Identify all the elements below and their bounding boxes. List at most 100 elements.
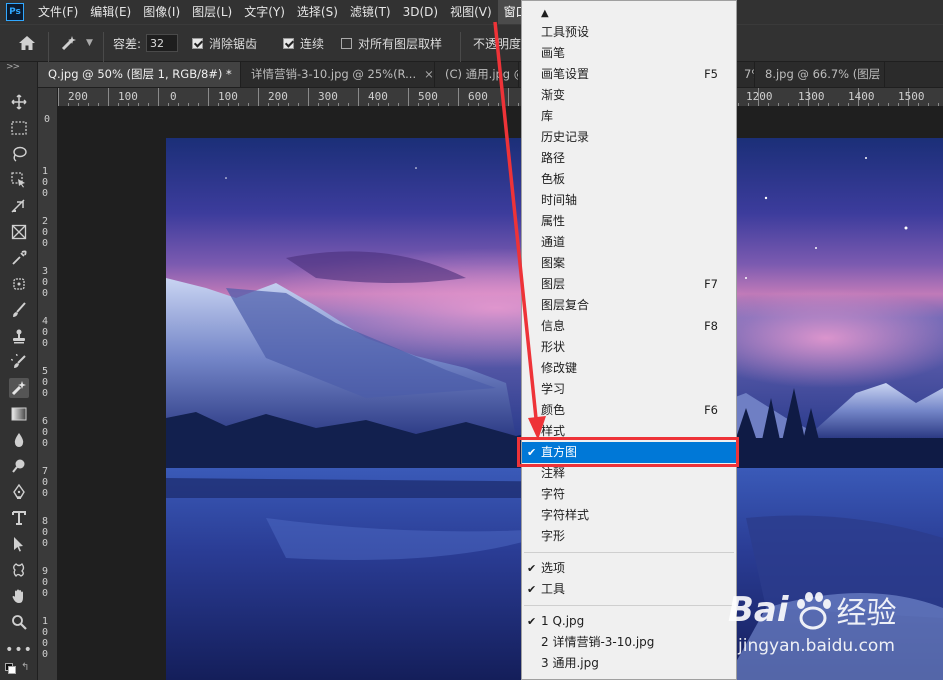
checkbox-unchecked[interactable] <box>341 37 352 49</box>
menu-item-label: 库 <box>541 109 554 123</box>
menu-item-label: 字形 <box>541 529 566 543</box>
swap-colors-icon[interactable]: ↰ <box>21 662 29 673</box>
home-button[interactable] <box>18 25 36 61</box>
menu-item-window-0[interactable]: 工具预设 <box>522 22 736 43</box>
ruler-label: 400 <box>368 90 388 103</box>
menu-layer[interactable]: 图层(L) <box>186 0 238 24</box>
blur-tool-icon[interactable] <box>9 430 29 450</box>
menu-item-window-22[interactable]: 字符 <box>522 484 736 505</box>
menu-item-window-16[interactable]: 修改键 <box>522 358 736 379</box>
history-brush-tool-icon[interactable] <box>9 352 29 372</box>
menu-type[interactable]: 文字(Y) <box>238 0 291 24</box>
menu-edit[interactable]: 编辑(E) <box>84 0 137 24</box>
gradient-tool-icon[interactable] <box>9 404 29 424</box>
move-tool-icon[interactable] <box>9 92 29 112</box>
menu-item-window-3[interactable]: 渐变 <box>522 85 736 106</box>
menu-item-window-5[interactable]: 历史记录 <box>522 127 736 148</box>
frame-tool-icon[interactable] <box>9 222 29 242</box>
lasso-tool-icon[interactable] <box>9 144 29 164</box>
menu-item-doc-1[interactable]: ✔ 1 Q.jpg <box>522 611 736 632</box>
menu-item-window-10[interactable]: 通道 <box>522 232 736 253</box>
healing-brush-tool-icon[interactable] <box>9 274 29 294</box>
menu-item-window-7[interactable]: 色板 <box>522 169 736 190</box>
more-tools-icon[interactable]: ••• <box>5 640 32 660</box>
ruler-label: 1200 <box>746 90 773 103</box>
tab-label: (C) 通用.jpg @ <box>445 67 519 81</box>
tool-preset-picker[interactable]: ▼ <box>60 25 93 61</box>
menu-item-options[interactable]: ✔ 选项 <box>522 558 736 579</box>
ruler-label: 500 <box>418 90 438 103</box>
tab-document-detail[interactable]: 详情营销-3-10.jpg @ 25%(R... × <box>241 62 435 87</box>
magic-eraser-tool-icon[interactable] <box>9 378 29 398</box>
ruler-label: 400 <box>41 316 49 349</box>
menu-item-window-21[interactable]: 注释 <box>522 463 736 484</box>
checkbox-checked[interactable] <box>192 37 203 49</box>
menu-item-window-1[interactable]: 画笔 <box>522 43 736 64</box>
menu-item-window-8[interactable]: 时间轴 <box>522 190 736 211</box>
photoshop-logo[interactable]: Ps <box>6 3 24 21</box>
dodge-tool-icon[interactable] <box>9 456 29 476</box>
menu-item-window-17[interactable]: 学习 <box>522 379 736 400</box>
menu-item-label: 色板 <box>541 172 566 186</box>
menu-item-window-9[interactable]: 属性 <box>522 211 736 232</box>
menu-item-window-11[interactable]: 图案 <box>522 253 736 274</box>
checkbox-checked[interactable] <box>283 37 294 49</box>
menu-file[interactable]: 文件(F) <box>32 0 84 24</box>
menu-item-label: 图层 <box>541 277 566 291</box>
antialias-checkbox[interactable]: 消除锯齿 <box>192 25 257 61</box>
menu-item-doc-3[interactable]: 3 通用.jpg <box>522 653 736 674</box>
menu-item-label: 学习 <box>541 382 566 396</box>
menu-separator <box>524 605 734 606</box>
menu-item-window-15[interactable]: 形状 <box>522 337 736 358</box>
menu-item-window-12[interactable]: 图层 F7 <box>522 274 736 295</box>
eyedropper-tool-icon[interactable] <box>9 248 29 268</box>
menu-item-window-2[interactable]: 画笔设置 F5 <box>522 64 736 85</box>
marquee-tool-icon[interactable] <box>9 118 29 138</box>
menu-scroll-up[interactable]: ▲ <box>522 3 736 24</box>
menu-item-window-23[interactable]: 字符样式 <box>522 505 736 526</box>
clone-stamp-tool-icon[interactable] <box>9 326 29 346</box>
ruler-label: 1500 <box>898 90 925 103</box>
menu-item-window-6[interactable]: 路径 <box>522 148 736 169</box>
zoom-tool-icon[interactable] <box>9 612 29 632</box>
menu-item-window-24[interactable]: 字形 <box>522 526 736 547</box>
crop-tool-icon[interactable] <box>9 196 29 216</box>
brush-tool-icon[interactable] <box>9 300 29 320</box>
tab-label: 详情营销-3-10.jpg @ 25%(R... <box>251 67 417 81</box>
hand-tool-icon[interactable] <box>9 586 29 606</box>
sample-all-layers-checkbox[interactable]: 对所有图层取样 <box>341 25 442 61</box>
menu-item-label: 2 详情营销-3-10.jpg <box>541 635 655 649</box>
menu-separator <box>524 552 734 553</box>
menu-item-window-14[interactable]: 信息 F8 <box>522 316 736 337</box>
menu-3d[interactable]: 3D(D) <box>397 0 444 24</box>
menu-item-tools[interactable]: ✔ 工具 <box>522 579 736 600</box>
menu-image[interactable]: 图像(I) <box>137 0 186 24</box>
tab-document-general[interactable]: (C) 通用.jpg @ <box>435 62 519 87</box>
collapse-panel-icon[interactable]: >> <box>6 62 20 72</box>
menu-item-label: 信息 <box>541 319 566 333</box>
tolerance-input[interactable] <box>146 34 179 52</box>
menu-item-window-13[interactable]: 图层复合 <box>522 295 736 316</box>
pen-tool-icon[interactable] <box>9 482 29 502</box>
document-canvas[interactable] <box>58 107 943 680</box>
path-selection-tool-icon[interactable] <box>9 534 29 554</box>
close-icon[interactable]: × <box>424 67 434 81</box>
sample-all-label: 对所有图层取样 <box>358 36 443 51</box>
custom-shape-tool-icon[interactable] <box>9 560 29 580</box>
menu-item-window-4[interactable]: 库 <box>522 106 736 127</box>
menu-view[interactable]: 视图(V) <box>444 0 498 24</box>
tab-document-8[interactable]: 8.jpg @ 66.7% (图层 <box>755 62 885 87</box>
object-selection-tool-icon[interactable] <box>9 170 29 190</box>
contiguous-checkbox[interactable]: 连续 <box>283 25 324 61</box>
menu-item-window-20[interactable]: ✔ 直方图 <box>522 442 736 463</box>
ruler-label: 1300 <box>798 90 825 103</box>
check-icon: ✔ <box>527 446 537 459</box>
default-colors-icon[interactable] <box>5 663 16 674</box>
tab-document-q[interactable]: Q.jpg @ 50% (图层 1, RGB/8#) *× <box>38 62 241 87</box>
menu-item-doc-2[interactable]: 2 详情营销-3-10.jpg <box>522 632 736 653</box>
menu-filter[interactable]: 滤镜(T) <box>344 0 397 24</box>
menu-item-window-19[interactable]: 样式 <box>522 421 736 442</box>
type-tool-icon[interactable] <box>9 508 29 528</box>
menu-item-window-18[interactable]: 颜色 F6 <box>522 400 736 421</box>
menu-select[interactable]: 选择(S) <box>291 0 344 24</box>
